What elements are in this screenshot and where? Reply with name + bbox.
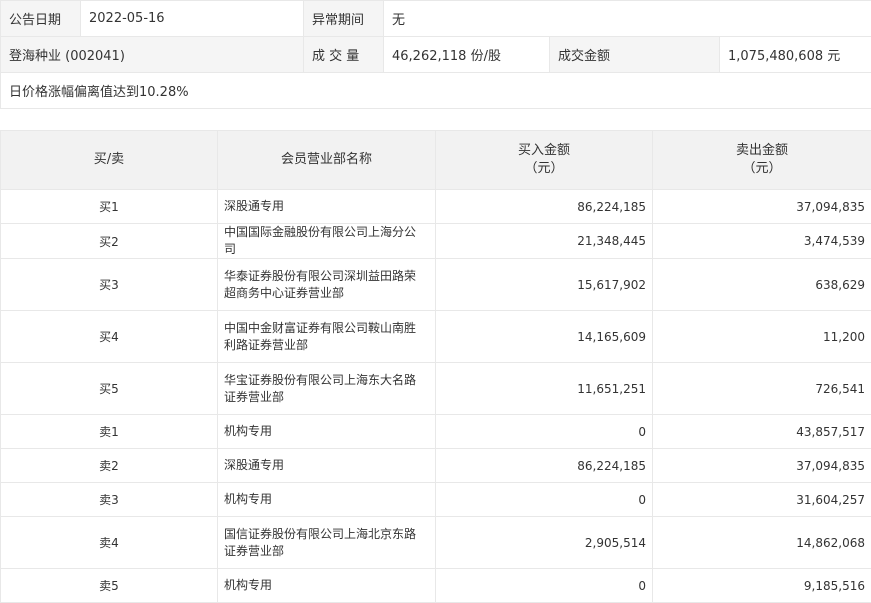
row-side: 买5 [1, 363, 218, 415]
header-buy-line2: （元） [524, 161, 563, 176]
row-buy-amount: 14,165,609 [436, 311, 653, 363]
table-row: 卖4 国信证券股份有限公司上海北京东路证券营业部 2,905,514 14,86… [1, 517, 871, 569]
section-gap [0, 109, 871, 130]
row-sell-amount: 11,200 [653, 311, 871, 363]
table-row: 卖5 机构专用 0 9,185,516 [1, 569, 871, 603]
row-dept: 机构专用 [218, 569, 436, 603]
header-buy-line1: 买入金额 [518, 143, 570, 158]
abnormal-reason: 日价格涨幅偏离值达到10.28% [1, 73, 871, 109]
header-sell-amount: 卖出金额 （元） [653, 131, 871, 190]
row-sell-amount: 43,857,517 [653, 415, 871, 449]
volume-label: 成 交 量 [304, 37, 384, 73]
row-dept: 中国国际金融股份有限公司上海分公司 [218, 224, 436, 259]
row-dept: 机构专用 [218, 415, 436, 449]
row-sell-amount: 9,185,516 [653, 569, 871, 603]
row-buy-amount: 11,651,251 [436, 363, 653, 415]
amount-label: 成交金额 [550, 37, 720, 73]
table-row: 卖1 机构专用 0 43,857,517 [1, 415, 871, 449]
stock-name-code: 登海种业 (002041) [1, 37, 304, 73]
table-row: 买5 华宝证券股份有限公司上海东大名路证券营业部 11,651,251 726,… [1, 363, 871, 415]
row-buy-amount: 21,348,445 [436, 224, 653, 259]
header-sell-line2: （元） [742, 161, 781, 176]
row-dept: 深股通专用 [218, 449, 436, 483]
volume-value: 46,262,118 份/股 [384, 37, 550, 73]
row-sell-amount: 726,541 [653, 363, 871, 415]
row-sell-amount: 3,474,539 [653, 224, 871, 259]
row-buy-amount: 0 [436, 483, 653, 517]
row-side: 买2 [1, 224, 218, 259]
table-row: 买1 深股通专用 86,224,185 37,094,835 [1, 190, 871, 224]
header-buy-amount: 买入金额 （元） [436, 131, 653, 190]
table-row: 卖3 机构专用 0 31,604,257 [1, 483, 871, 517]
row-side: 买1 [1, 190, 218, 224]
table-row: 卖2 深股通专用 86,224,185 37,094,835 [1, 449, 871, 483]
header-side: 买/卖 [1, 131, 218, 190]
row-sell-amount: 14,862,068 [653, 517, 871, 569]
row-dept: 深股通专用 [218, 190, 436, 224]
table-row: 买4 中国中金财富证券有限公司鞍山南胜利路证券营业部 14,165,609 11… [1, 311, 871, 363]
row-buy-amount: 0 [436, 569, 653, 603]
row-side: 卖2 [1, 449, 218, 483]
info-row-date: 公告日期 2022-05-16 异常期间 无 [1, 1, 871, 37]
row-buy-amount: 86,224,185 [436, 449, 653, 483]
info-row-stock: 登海种业 (002041) 成 交 量 46,262,118 份/股 成交金额 … [1, 37, 871, 73]
row-dept: 机构专用 [218, 483, 436, 517]
row-sell-amount: 37,094,835 [653, 449, 871, 483]
row-side: 买4 [1, 311, 218, 363]
header-sell-line1: 卖出金额 [736, 143, 788, 158]
row-side: 买3 [1, 259, 218, 311]
abnormal-period-value: 无 [384, 1, 871, 37]
announcement-date-label: 公告日期 [1, 1, 81, 37]
row-buy-amount: 86,224,185 [436, 190, 653, 224]
table-row: 买3 华泰证券股份有限公司深圳益田路荣超商务中心证券营业部 15,617,902… [1, 259, 871, 311]
row-side: 卖1 [1, 415, 218, 449]
row-dept: 中国中金财富证券有限公司鞍山南胜利路证券营业部 [218, 311, 436, 363]
row-sell-amount: 37,094,835 [653, 190, 871, 224]
row-buy-amount: 0 [436, 415, 653, 449]
header-dept: 会员营业部名称 [218, 131, 436, 190]
row-side: 卖4 [1, 517, 218, 569]
row-buy-amount: 2,905,514 [436, 517, 653, 569]
announcement-info-table: 公告日期 2022-05-16 异常期间 无 登海种业 (002041) 成 交… [0, 0, 871, 109]
info-row-reason: 日价格涨幅偏离值达到10.28% [1, 73, 871, 109]
row-dept: 国信证券股份有限公司上海北京东路证券营业部 [218, 517, 436, 569]
row-side: 卖5 [1, 569, 218, 603]
trading-seats-table: 买/卖 会员营业部名称 买入金额 （元） 卖出金额 （元） 买1 深股通专用 8… [0, 130, 871, 603]
row-dept: 华泰证券股份有限公司深圳益田路荣超商务中心证券营业部 [218, 259, 436, 311]
abnormal-period-label: 异常期间 [304, 1, 384, 37]
row-sell-amount: 31,604,257 [653, 483, 871, 517]
table-row: 买2 中国国际金融股份有限公司上海分公司 21,348,445 3,474,53… [1, 224, 871, 259]
row-side: 卖3 [1, 483, 218, 517]
table-header-row: 买/卖 会员营业部名称 买入金额 （元） 卖出金额 （元） [1, 131, 871, 190]
row-dept: 华宝证券股份有限公司上海东大名路证券营业部 [218, 363, 436, 415]
announcement-date-value: 2022-05-16 [81, 1, 304, 37]
table-body: 买1 深股通专用 86,224,185 37,094,835 买2 中国国际金融… [1, 190, 871, 603]
row-sell-amount: 638,629 [653, 259, 871, 311]
row-buy-amount: 15,617,902 [436, 259, 653, 311]
amount-value: 1,075,480,608 元 [720, 37, 871, 73]
